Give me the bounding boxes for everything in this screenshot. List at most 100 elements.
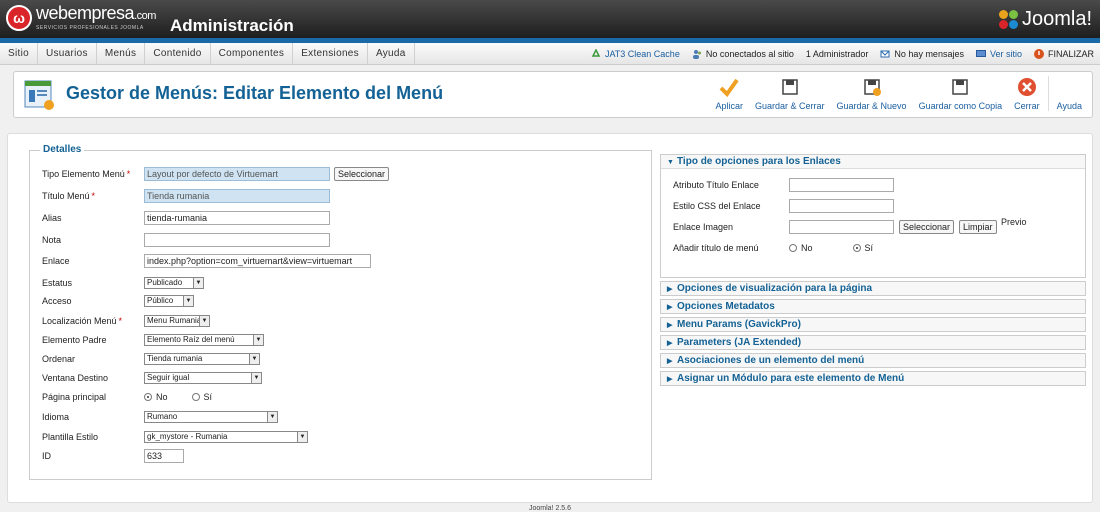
select-type-button[interactable]: Seleccionar	[334, 167, 390, 181]
id-field: 633	[144, 449, 184, 463]
home-label: Página principal	[42, 392, 107, 402]
clean-cache-label: JAT3 Clean Cache	[604, 49, 680, 59]
chevron-down-icon: ▼	[297, 432, 307, 442]
apply-button[interactable]: Aplicar	[709, 76, 749, 111]
home-yes-radio[interactable]: Sí	[191, 392, 212, 402]
ordering-select[interactable]: Tienda rumania ▼	[144, 353, 260, 365]
access-select[interactable]: Público ▼	[144, 295, 194, 307]
associations-panel[interactable]: ▶ Asociaciones de un elemento del menú	[660, 353, 1086, 368]
select-image-button[interactable]: Seleccionar	[899, 220, 955, 234]
save-icon	[779, 76, 801, 98]
add-title-radio-group: No Sí	[789, 243, 897, 253]
clear-image-button[interactable]: Limpiar	[959, 220, 997, 234]
language-select[interactable]: Rumano ▼	[144, 411, 278, 423]
language-label: Idioma	[42, 412, 70, 422]
close-button[interactable]: Cerrar	[1008, 76, 1046, 111]
chevron-right-icon: ▶	[667, 286, 673, 293]
parent-select[interactable]: Elemento Raíz del menú ▼	[144, 334, 264, 346]
menu-extensiones[interactable]: Extensiones	[293, 43, 368, 65]
joomla-logo: Joomla!	[998, 8, 1092, 31]
webempresa-logo-icon: ω	[6, 4, 32, 31]
chevron-down-icon: ▼	[249, 354, 259, 364]
add-title-yes-radio[interactable]: Sí	[852, 243, 873, 253]
target-select[interactable]: Seguir igual ▼	[144, 372, 262, 384]
chevron-down-icon: ▼	[193, 278, 203, 288]
template-style-label: Plantilla Estilo	[42, 432, 99, 442]
chevron-down-icon: ▼	[667, 159, 674, 166]
save-new-button[interactable]: Guardar & Nuevo	[831, 76, 913, 111]
note-label: Nota	[42, 235, 62, 245]
ja-extended-panel[interactable]: ▶ Parameters (JA Extended)	[660, 335, 1086, 350]
admin-title: Administración	[170, 16, 294, 35]
users-icon	[692, 50, 701, 59]
help-label: Ayuda	[1056, 101, 1082, 111]
add-title-no-radio[interactable]: No	[789, 243, 813, 253]
admin-header: ω webempresa.com SERVICIOS PROFESIONALES…	[0, 0, 1100, 38]
toolbar: Gestor de Menús: Editar Elemento del Men…	[13, 71, 1093, 118]
menu-title-input[interactable]: Tienda rumania	[144, 189, 330, 203]
save-close-button[interactable]: Guardar & Cerrar	[749, 76, 831, 111]
menu-sitio[interactable]: Sitio	[0, 43, 38, 65]
home-no-radio[interactable]: No	[144, 392, 168, 402]
logout-link[interactable]: FINALIZAR	[1033, 49, 1094, 59]
save-new-icon	[861, 76, 883, 98]
menu-location-select[interactable]: Menu Rumania ▼	[144, 315, 210, 327]
status-label: Estatus	[42, 278, 73, 288]
gavickpro-panel[interactable]: ▶ Menu Params (GavickPro)	[660, 317, 1086, 332]
menu-manager-icon	[24, 80, 54, 110]
chevron-down-icon: ▼	[253, 335, 263, 345]
metadata-panel[interactable]: ▶ Opciones Metadatos	[660, 299, 1086, 314]
admins-label: 1 Administrador	[805, 49, 869, 59]
alias-input[interactable]: tienda-rumania	[144, 211, 330, 225]
brand-logo-link[interactable]: ω webempresa.com SERVICIOS PROFESIONALES…	[6, 4, 156, 31]
image-input[interactable]	[789, 220, 894, 234]
save-new-label: Guardar & Nuevo	[836, 101, 907, 111]
module-assignment-panel[interactable]: ▶ Asignar un Módulo para este elemento de…	[660, 371, 1086, 386]
details-fieldset: Detalles Tipo Elemento Menú * Layout por …	[29, 144, 652, 480]
footer-version: Joomla! 2.5.6	[528, 505, 572, 512]
clean-cache-link[interactable]: JAT3 Clean Cache	[591, 49, 680, 59]
help-button[interactable]: Ayuda	[1051, 76, 1088, 111]
menu-contenido[interactable]: Contenido	[145, 43, 211, 65]
template-style-select[interactable]: gk_mystore - Rumania ▼	[144, 431, 308, 443]
menu-usuarios[interactable]: Usuarios	[38, 43, 97, 65]
page-display-panel[interactable]: ▶ Opciones de visualización para la págin…	[660, 281, 1086, 296]
chevron-down-icon: ▼	[251, 373, 261, 383]
view-site-label: Ver sitio	[989, 49, 1022, 59]
save-close-label: Guardar & Cerrar	[755, 101, 825, 111]
main-menubar: Sitio Usuarios Menús Contenido Component…	[0, 43, 1100, 65]
chevron-right-icon: ▶	[667, 358, 673, 365]
title-attr-label: Atributo Título Enlace	[673, 180, 759, 190]
link-options-header[interactable]: ▼ Tipo de opciones para los Enlaces	[661, 155, 1085, 169]
toolbar-buttons: Aplicar Guardar & Cerrar Guardar & Nuevo…	[709, 76, 1088, 111]
admins-status: 1 Administrador	[806, 49, 869, 59]
chevron-down-icon: ▼	[267, 412, 277, 422]
note-input[interactable]	[144, 233, 330, 247]
menu-item-type-field: Layout por defecto de Virtuemart	[144, 167, 330, 181]
brand-suffix: .com	[134, 10, 156, 22]
close-label: Cerrar	[1014, 101, 1040, 111]
menu-menus[interactable]: Menús	[97, 43, 146, 65]
view-site-link[interactable]: Ver sitio	[975, 49, 1022, 59]
save-copy-button[interactable]: Guardar como Copia	[913, 76, 1009, 111]
link-options-panel: ▼ Tipo de opciones para los Enlaces Atrib…	[660, 154, 1086, 278]
chevron-right-icon: ▶	[667, 322, 673, 329]
css-style-input[interactable]	[789, 199, 894, 213]
chevron-right-icon: ▶	[667, 376, 673, 383]
image-label: Enlace Imagen	[673, 222, 734, 232]
visitors-label: No conectados al sitio	[705, 49, 794, 59]
messages-status[interactable]: No hay mensajes	[880, 49, 964, 59]
target-label: Ventana Destino	[42, 373, 109, 383]
title-attr-input[interactable]	[789, 178, 894, 192]
link-input[interactable]: index.php?option=com_virtuemart&view=vir…	[144, 254, 371, 268]
menu-ayuda[interactable]: Ayuda	[368, 43, 415, 65]
brand-tagline: SERVICIOS PROFESIONALES JOOMLA	[36, 25, 144, 31]
messages-label: No hay mensajes	[894, 49, 964, 59]
status-select[interactable]: Publicado ▼	[144, 277, 204, 289]
joomla-logo-text: Joomla!	[1021, 8, 1092, 30]
check-icon	[718, 76, 740, 98]
menu-componentes[interactable]: Componentes	[211, 43, 294, 65]
toolbar-divider	[1047, 76, 1049, 111]
logout-label: FINALIZAR	[1047, 49, 1094, 59]
add-title-label: Añadir título de menú	[673, 243, 759, 253]
